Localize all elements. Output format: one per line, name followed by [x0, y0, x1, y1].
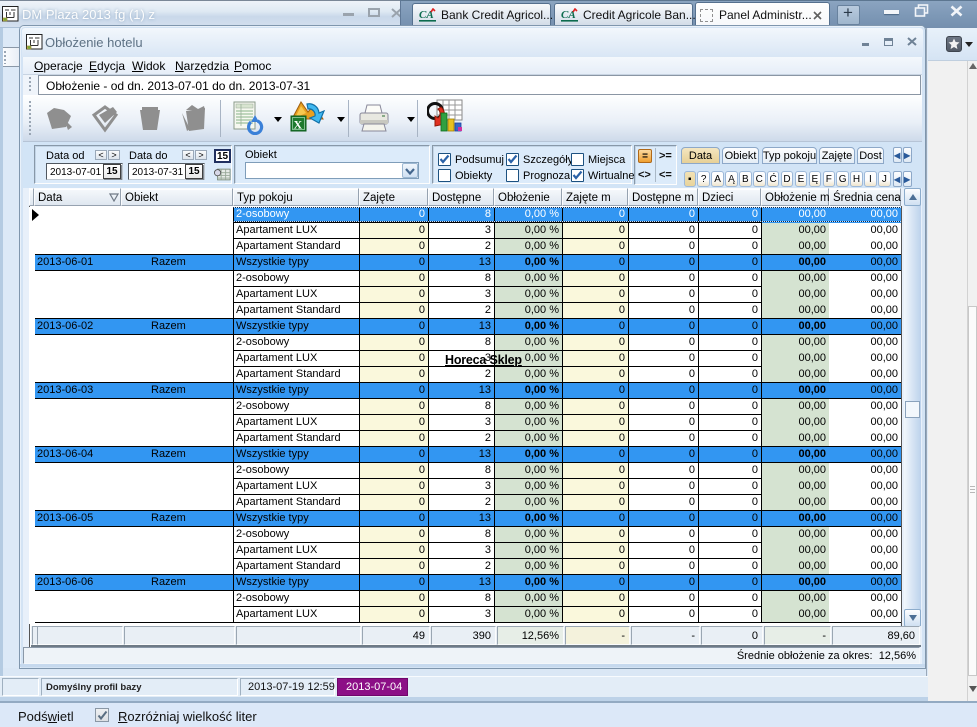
svg-text:X: X [294, 118, 303, 132]
